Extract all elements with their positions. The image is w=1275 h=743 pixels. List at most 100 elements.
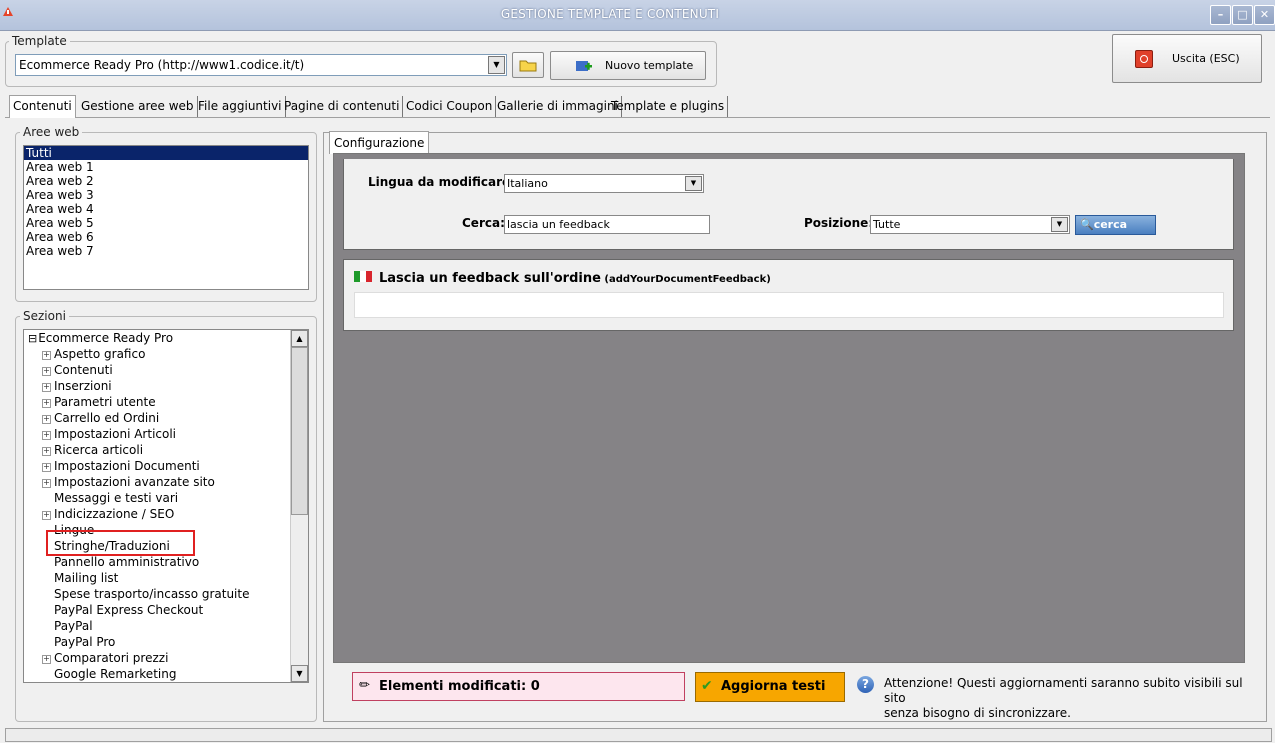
tree-item[interactable]: Messaggi e testi vari bbox=[42, 490, 249, 506]
notice-text: Attenzione! Questi aggiornamenti saranno… bbox=[884, 676, 1244, 721]
tree-item-label: Google Remarketing bbox=[54, 667, 177, 681]
exit-button[interactable]: Uscita (ESC) bbox=[1112, 34, 1262, 83]
scroll-down-icon[interactable]: ▼ bbox=[291, 665, 308, 682]
window-title: GESTIONE TEMPLATE E CONTENUTI bbox=[500, 7, 720, 21]
result-text-input[interactable] bbox=[354, 292, 1224, 318]
aree-web-item[interactable]: Area web 6 bbox=[24, 230, 308, 244]
tree-item-label: Carrello ed Ordini bbox=[54, 411, 160, 425]
tree-item[interactable]: + Aspetto grafico bbox=[42, 346, 249, 362]
tree-item[interactable]: Pannello amministrativo bbox=[42, 554, 249, 570]
tree-item[interactable]: + Parametri utente bbox=[42, 394, 249, 410]
tree-item[interactable]: PayPal bbox=[42, 618, 249, 634]
title-bar: GESTIONE TEMPLATE E CONTENUTI – □ ✕ bbox=[0, 0, 1275, 31]
aree-web-item[interactable]: Area web 1 bbox=[24, 160, 308, 174]
chevron-down-icon[interactable]: ▼ bbox=[685, 176, 702, 191]
tree-item-label: PayPal Express Checkout bbox=[54, 603, 204, 617]
expand-icon[interactable]: + bbox=[42, 479, 51, 488]
tree-item[interactable]: PayPal Pro bbox=[42, 634, 249, 650]
minimize-button[interactable]: – bbox=[1210, 5, 1231, 25]
tree-scrollbar[interactable]: ▲ ▼ bbox=[290, 330, 308, 682]
tree-item[interactable]: + Impostazioni Articoli bbox=[42, 426, 249, 442]
scroll-thumb[interactable] bbox=[291, 347, 308, 515]
tab-codici-coupon[interactable]: Codici Coupon bbox=[403, 96, 497, 117]
sezioni-tree[interactable]: ⊟Ecommerce Ready Pro + Aspetto grafico + Co… bbox=[23, 329, 309, 683]
expand-icon[interactable]: + bbox=[42, 367, 51, 376]
expand-icon[interactable]: + bbox=[42, 511, 51, 520]
tab-contenuti[interactable]: Contenuti bbox=[9, 95, 76, 118]
tab-pagine-di-contenuti[interactable]: Pagine di contenuti bbox=[281, 96, 404, 117]
tree-item[interactable]: + Comparatori prezzi bbox=[42, 650, 249, 666]
cerca-button-label: cerca bbox=[1093, 218, 1128, 231]
open-folder-button[interactable] bbox=[512, 52, 544, 78]
modified-label: Elementi modificati: 0 bbox=[379, 679, 540, 694]
expand-icon[interactable]: + bbox=[42, 399, 51, 408]
exit-label: Uscita (ESC) bbox=[1172, 52, 1240, 65]
tree-item[interactable]: Spese trasporto/incasso gratuite bbox=[42, 586, 249, 602]
expand-icon[interactable]: + bbox=[42, 447, 51, 456]
chevron-down-icon[interactable]: ▼ bbox=[488, 56, 505, 74]
update-texts-button[interactable]: ✔ Aggiorna testi bbox=[695, 672, 845, 702]
aree-web-item[interactable]: Area web 3 bbox=[24, 188, 308, 202]
aree-web-item[interactable]: Area web 4 bbox=[24, 202, 308, 216]
aree-web-item[interactable]: Area web 5 bbox=[24, 216, 308, 230]
status-bar bbox=[5, 728, 1272, 742]
search-panel bbox=[343, 159, 1234, 250]
cerca-value: lascia un feedback bbox=[507, 218, 610, 231]
lingua-value: Italiano bbox=[507, 177, 548, 190]
tab-configurazione[interactable]: Configurazione bbox=[329, 131, 430, 154]
tree-item-label: Ricerca articoli bbox=[54, 443, 144, 457]
close-button[interactable]: ✕ bbox=[1254, 5, 1275, 25]
expand-icon[interactable]: + bbox=[42, 351, 51, 360]
aree-web-item[interactable]: Tutti bbox=[24, 146, 308, 160]
expand-icon[interactable]: + bbox=[42, 415, 51, 424]
scroll-up-icon[interactable]: ▲ bbox=[291, 330, 308, 347]
tree-item[interactable]: Google Remarketing bbox=[42, 666, 249, 682]
tree-item-label: Comparatori prezzi bbox=[54, 651, 169, 665]
tree-item[interactable]: + Inserzioni bbox=[42, 378, 249, 394]
result-title: Lascia un feedback sull'ordine bbox=[379, 271, 601, 286]
result-key: (addYourDocumentFeedback) bbox=[604, 274, 771, 285]
tab-gestione-aree-web[interactable]: Gestione aree web bbox=[78, 96, 198, 117]
notice-line-2: senza bisogno di sincronizzare. bbox=[884, 706, 1071, 720]
tree-item[interactable]: + Impostazioni Documenti bbox=[42, 458, 249, 474]
tree-root-label: Ecommerce Ready Pro bbox=[38, 331, 174, 345]
new-template-label: Nuovo template bbox=[605, 59, 694, 72]
power-icon bbox=[1135, 50, 1153, 68]
expand-icon[interactable]: + bbox=[42, 383, 51, 392]
tree-item[interactable]: + Contenuti bbox=[42, 362, 249, 378]
modified-counter: ✏ Elementi modificati: 0 bbox=[352, 672, 685, 701]
aree-web-item[interactable]: Area web 7 bbox=[24, 244, 308, 258]
expand-icon[interactable]: + bbox=[42, 655, 51, 664]
tree-item[interactable]: + Indicizzazione / SEO bbox=[42, 506, 249, 522]
lingua-select[interactable]: Italiano ▼ bbox=[504, 174, 704, 193]
aree-web-item[interactable]: Area web 2 bbox=[24, 174, 308, 188]
expand-icon[interactable]: + bbox=[42, 431, 51, 440]
tab-gallerie-di-immagini[interactable]: Gallerie di immagini bbox=[494, 96, 622, 117]
tab-file-aggiuntivi[interactable]: File aggiuntivi bbox=[195, 96, 286, 117]
update-texts-label: Aggiorna testi bbox=[721, 679, 826, 694]
posizione-label: Posizione: bbox=[804, 216, 874, 230]
posizione-select[interactable]: Tutte ▼ bbox=[870, 215, 1070, 234]
tree-root[interactable]: ⊟Ecommerce Ready Pro bbox=[28, 330, 173, 346]
chevron-down-icon[interactable]: ▼ bbox=[1051, 217, 1068, 232]
tree-item[interactable]: + Carrello ed Ordini bbox=[42, 410, 249, 426]
cerca-input[interactable]: lascia un feedback bbox=[504, 215, 710, 234]
result-heading: Lascia un feedback sull'ordine (addYourD… bbox=[379, 271, 771, 286]
aree-web-list[interactable]: Tutti Area web 1 Area web 2 Area web 3 Area … bbox=[23, 145, 309, 290]
new-template-button[interactable]: Nuovo template bbox=[550, 51, 706, 80]
tab-template-e-plugins[interactable]: Template e plugins bbox=[608, 96, 729, 117]
tree-item-label: Spese trasporto/incasso gratuite bbox=[54, 587, 250, 601]
tree-item[interactable]: Mailing list bbox=[42, 570, 249, 586]
tree-item-label: Parametri utente bbox=[54, 395, 156, 409]
template-select[interactable]: Ecommerce Ready Pro (http://www1.codice.… bbox=[15, 54, 507, 76]
expand-icon[interactable]: + bbox=[42, 463, 51, 472]
tabs-baseline bbox=[5, 117, 1270, 118]
tree-item-label: Impostazioni Articoli bbox=[54, 427, 177, 441]
tree-item-label: Mailing list bbox=[54, 571, 119, 585]
tree-item[interactable]: + Ricerca articoli bbox=[42, 442, 249, 458]
tree-item[interactable]: + Impostazioni avanzate sito bbox=[42, 474, 249, 490]
cerca-button[interactable]: 🔍cerca bbox=[1075, 215, 1156, 235]
maximize-button[interactable]: □ bbox=[1232, 5, 1253, 25]
italian-flag-icon bbox=[354, 271, 372, 282]
tree-item[interactable]: PayPal Express Checkout bbox=[42, 602, 249, 618]
